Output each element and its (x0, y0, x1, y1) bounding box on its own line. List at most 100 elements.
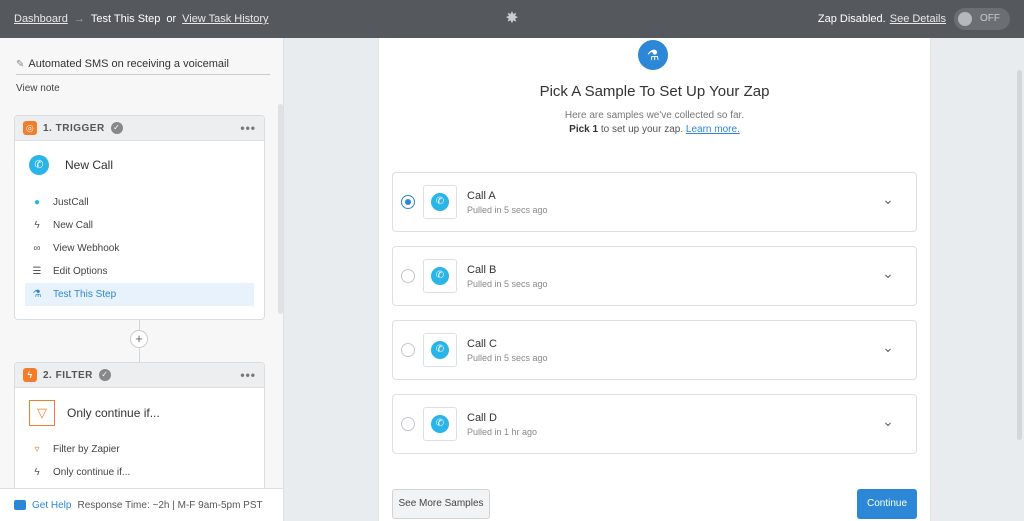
more-options-icon[interactable]: ••• (240, 121, 256, 135)
bolt-icon: ϟ (34, 467, 40, 478)
check-circle-icon: ✓ (110, 122, 123, 134)
filter-icon: ▽ (29, 400, 55, 426)
page-title: Pick A Sample To Set Up Your Zap (539, 83, 770, 100)
page-scrollbar[interactable] (1017, 70, 1022, 440)
view-note-link[interactable]: View note (16, 83, 60, 94)
substep-label: Filter by Zapier (53, 444, 120, 455)
sidebar-scrollbar[interactable] (278, 104, 283, 314)
trigger-app-title[interactable]: ✆ New Call (15, 141, 264, 191)
sample-time: Pulled in 1 hr ago (467, 427, 538, 437)
trigger-step-header[interactable]: ◎ 1. TRIGGER ✓ ••• (15, 116, 264, 141)
filter-icon: ▿ (34, 444, 40, 455)
filter-step-header[interactable]: ϟ 2. FILTER ✓ ••• (15, 363, 264, 388)
chevron-down-icon[interactable]: ⌄ (880, 339, 896, 355)
substep-label: Only continue if... (53, 467, 131, 478)
substep-edit-options[interactable]: ☰ Edit Options (25, 260, 254, 283)
breadcrumb-or: or (166, 13, 177, 25)
substep-label: New Call (53, 220, 94, 231)
sample-name: Call C (467, 338, 497, 350)
chat-icon (14, 500, 26, 510)
trigger-step-card: ◎ 1. TRIGGER ✓ ••• ✆ New Call ● JustCall… (14, 115, 265, 320)
trigger-step-label: 1. TRIGGER (43, 122, 105, 134)
get-help-link[interactable]: Get Help (32, 500, 71, 511)
flask-icon: ⚗ (638, 40, 668, 70)
connector-line (139, 320, 140, 330)
substep-test-this-step[interactable]: ⚗ Test This Step (25, 283, 254, 306)
justcall-icon: ✆ (431, 193, 449, 211)
sample-app-box: ✆ (423, 333, 457, 367)
sample-time: Pulled in 5 secs ago (467, 205, 548, 215)
zap-editor-sidebar: ✎ Automated SMS on receiving a voicemail … (0, 38, 284, 521)
substep-filter-by-zapier[interactable]: ▿ Filter by Zapier (25, 438, 254, 461)
breadcrumb-dashboard-link[interactable]: Dashboard (14, 13, 68, 25)
filter-app-title[interactable]: ▽ Only continue if... (15, 388, 264, 438)
check-circle-icon: ✓ (98, 369, 111, 381)
view-task-history-link[interactable]: View Task History (182, 13, 268, 25)
connector-line (139, 348, 140, 362)
top-bar: Dashboard → Test This Step or View Task … (0, 0, 1024, 38)
sample-radio[interactable] (401, 343, 415, 357)
trigger-title-text: New Call (65, 158, 114, 172)
zap-status-text: Zap Disabled. (817, 13, 886, 25)
pencil-icon: ✎ (16, 59, 25, 70)
filter-substeps: ▿ Filter by Zapier ϟ Only continue if... (15, 438, 264, 492)
substep-label: Edit Options (53, 266, 108, 277)
substep-only-continue-if[interactable]: ϟ Only continue if... (25, 461, 254, 484)
zap-on-off-toggle[interactable]: OFF (954, 8, 1010, 30)
sample-app-box: ✆ (423, 259, 457, 293)
sample-item-call-d[interactable]: ✆ Call D Pulled in 1 hr ago ⌄ (392, 394, 917, 454)
substep-label: JustCall (53, 197, 89, 208)
chevron-down-icon[interactable]: ⌄ (880, 191, 896, 207)
sample-item-call-b[interactable]: ✆ Call B Pulled in 5 secs ago ⌄ (392, 246, 917, 306)
response-time-text: Response Time: ~2h | M-F 9am-5pm PST (77, 499, 263, 511)
justcall-icon: ✆ (431, 267, 449, 285)
sample-radio[interactable] (401, 417, 415, 431)
zapier-logo-icon[interactable]: ✸ (504, 11, 520, 27)
sample-time: Pulled in 5 secs ago (467, 353, 548, 363)
sample-time: Pulled in 5 secs ago (467, 279, 548, 289)
see-more-samples-button[interactable]: See More Samples (392, 489, 490, 519)
link-icon: ∞ (33, 243, 41, 254)
breadcrumb-arrow: → (73, 13, 85, 25)
add-step-button[interactable]: + (130, 330, 148, 348)
help-bar: Get Help Response Time: ~2h | M-F 9am-5p… (0, 488, 283, 521)
trigger-substeps: ● JustCall ϟ New Call ∞ View Webhook ☰ E… (15, 191, 264, 314)
substep-choose-trigger[interactable]: ϟ New Call (25, 214, 254, 237)
bolt-icon: ϟ (34, 220, 40, 231)
substep-label: View Webhook (53, 243, 120, 254)
filter-badge-icon: ϟ (23, 368, 37, 382)
filter-title-text: Only continue if... (67, 406, 160, 420)
sample-name: Call A (467, 190, 496, 202)
sample-item-call-c[interactable]: ✆ Call C Pulled in 5 secs ago ⌄ (392, 320, 917, 380)
continue-button[interactable]: Continue (857, 489, 917, 519)
sample-radio[interactable] (401, 269, 415, 283)
chevron-down-icon[interactable]: ⌄ (880, 413, 896, 429)
sample-item-call-a[interactable]: ✆ Call A Pulled in 5 secs ago ⌄ (392, 172, 917, 232)
justcall-icon: ✆ (431, 415, 449, 433)
learn-more-link[interactable]: Learn more. (686, 124, 740, 135)
justcall-icon: ✆ (431, 341, 449, 359)
list-icon: ☰ (32, 266, 42, 277)
zap-name-field[interactable]: ✎ Automated SMS on receiving a voicemail (16, 58, 270, 75)
page-instructions: Pick 1 to set up your zap. Learn more. (378, 124, 931, 135)
more-options-icon[interactable]: ••• (240, 368, 256, 382)
sample-app-box: ✆ (423, 407, 457, 441)
sample-name: Call B (467, 264, 497, 276)
see-details-link[interactable]: See Details (890, 13, 946, 25)
trigger-badge-icon: ◎ (23, 121, 37, 135)
sample-name: Call D (467, 412, 497, 424)
substep-label: Test This Step (53, 289, 117, 300)
instructions-text: to set up your zap. (600, 124, 684, 135)
toggle-label: OFF (980, 13, 1000, 24)
sample-radio[interactable] (401, 195, 415, 209)
pick-count-text: Pick 1 (569, 124, 599, 135)
filter-step-label: 2. FILTER (43, 369, 93, 381)
breadcrumb-current: Test This Step (90, 13, 161, 25)
substep-choose-app[interactable]: ● JustCall (25, 191, 254, 214)
substep-view-webhook[interactable]: ∞ View Webhook (25, 237, 254, 260)
toggle-knob (958, 12, 972, 26)
chevron-down-icon[interactable]: ⌄ (880, 265, 896, 281)
justcall-icon: ✆ (29, 155, 49, 175)
zap-status-area: Zap Disabled. See Details OFF (818, 0, 1010, 38)
page-subtitle: Here are samples we've collected so far. (564, 110, 745, 121)
